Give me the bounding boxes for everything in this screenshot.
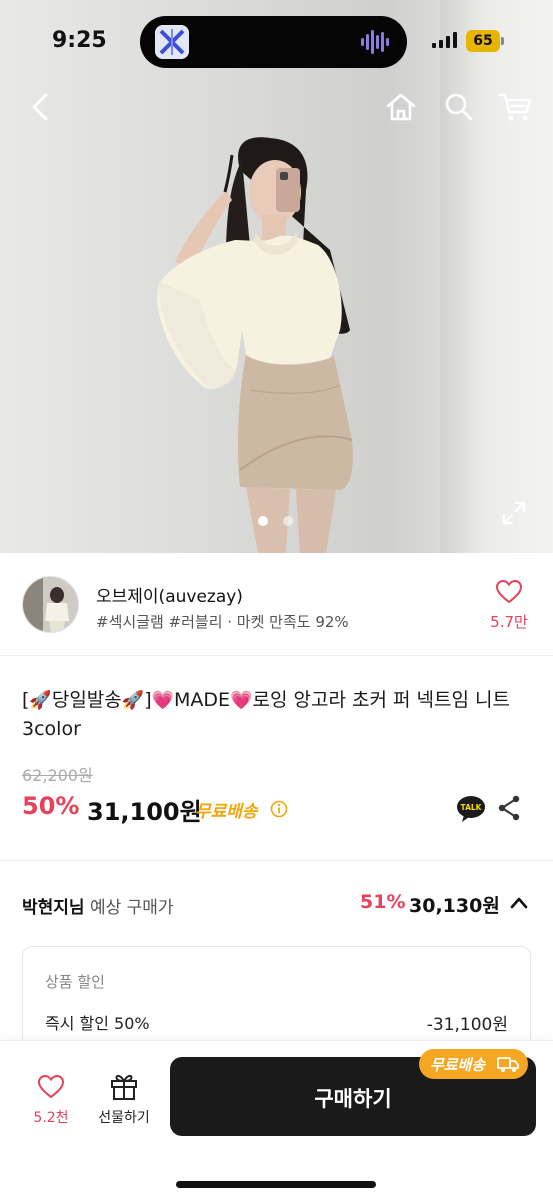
svg-text:TALK: TALK	[461, 803, 483, 812]
search-icon[interactable]	[442, 90, 476, 124]
cellular-signal-icon	[432, 32, 457, 48]
breakdown-heading: 상품 할인	[45, 973, 105, 991]
cart-icon[interactable]	[497, 90, 533, 124]
kakaotalk-icon[interactable]: TALK	[456, 795, 486, 823]
rocket-emoji-icon: 🚀	[121, 690, 145, 711]
carousel-dot-active[interactable]	[258, 516, 268, 526]
app-thumbnail-icon	[155, 25, 189, 59]
seller-tags: #섹시글램 #러블리 · 마켓 만족도 92%	[96, 613, 349, 631]
gift-label: 선물하기	[98, 1110, 150, 1126]
product-image-carousel[interactable]: 9:25 65	[0, 0, 553, 553]
status-bar: 9:25 65	[0, 0, 553, 84]
gift-button[interactable]: 선물하기	[92, 1071, 156, 1131]
seller-avatar[interactable]	[22, 576, 79, 633]
free-shipping-badge-text: 무료배송	[430, 1056, 486, 1074]
heart-icon[interactable]	[496, 580, 522, 604]
product-title: [🚀당일발송🚀]💗MADE💗로잉 앙고라 초커 퍼 넥트임 니트 3color	[22, 686, 532, 743]
heart-icon	[38, 1075, 64, 1099]
estimated-price-label: 박현지님 예상 구매가	[22, 893, 174, 918]
like-button[interactable]: 5.2천	[22, 1071, 80, 1131]
truck-icon	[497, 1057, 519, 1072]
back-icon[interactable]	[26, 90, 56, 124]
audio-wave-icon	[361, 30, 389, 54]
gift-icon	[111, 1074, 137, 1100]
title-text: 당일발송	[51, 689, 122, 711]
user-name: 박현지님	[22, 898, 85, 918]
expand-icon[interactable]	[501, 500, 527, 526]
seller-favorite-count: 5.7만	[490, 613, 528, 631]
share-icon[interactable]	[497, 795, 521, 821]
title-text: MADE	[174, 689, 231, 711]
like-count: 5.2천	[33, 1110, 69, 1126]
battery-tip	[501, 37, 504, 45]
status-time: 9:25	[52, 28, 107, 53]
product-page: 9:25 65 오브제이(auvezay) #섹시글램 #러블리 · 마켓 만족…	[0, 0, 553, 1200]
section-divider	[0, 860, 553, 861]
carousel-dot[interactable]	[283, 516, 293, 526]
title-text: ]	[144, 689, 152, 711]
home-icon[interactable]	[384, 90, 418, 124]
chevron-up-icon[interactable]	[508, 893, 530, 913]
breakdown-row-label: 즉시 할인 50%	[45, 1014, 150, 1033]
estimate-caption: 예상 구매가	[84, 898, 174, 918]
estimated-price: 30,130원	[409, 895, 500, 917]
free-shipping-label: 무료배송	[195, 802, 258, 822]
buy-label: 구매하기	[314, 1087, 392, 1111]
discount-rate: 50%	[22, 792, 80, 820]
seller-row[interactable]: 오브제이(auvezay) #섹시글램 #러블리 · 마켓 만족도 92% 5.…	[0, 553, 553, 656]
info-icon[interactable]	[270, 800, 288, 818]
bottom-action-bar: 5.2천 선물하기 구매하기 무료배송	[0, 1040, 553, 1200]
rocket-emoji-icon: 🚀	[29, 690, 52, 711]
battery-level: 65	[466, 30, 500, 52]
original-price: 62,200원	[22, 766, 93, 785]
breakdown-row-value: -31,100원	[426, 1015, 508, 1035]
home-indicator[interactable]	[176, 1181, 376, 1188]
sale-price: 31,100원	[87, 798, 202, 826]
seller-name[interactable]: 오브제이(auvezay)	[96, 582, 243, 607]
estimated-discount: 51%	[360, 891, 406, 913]
heart-emoji-icon: 💗	[230, 690, 253, 711]
dynamic-island	[140, 16, 407, 68]
free-shipping-badge: 무료배송	[419, 1049, 528, 1079]
heart-emoji-icon: 💗	[151, 690, 175, 711]
